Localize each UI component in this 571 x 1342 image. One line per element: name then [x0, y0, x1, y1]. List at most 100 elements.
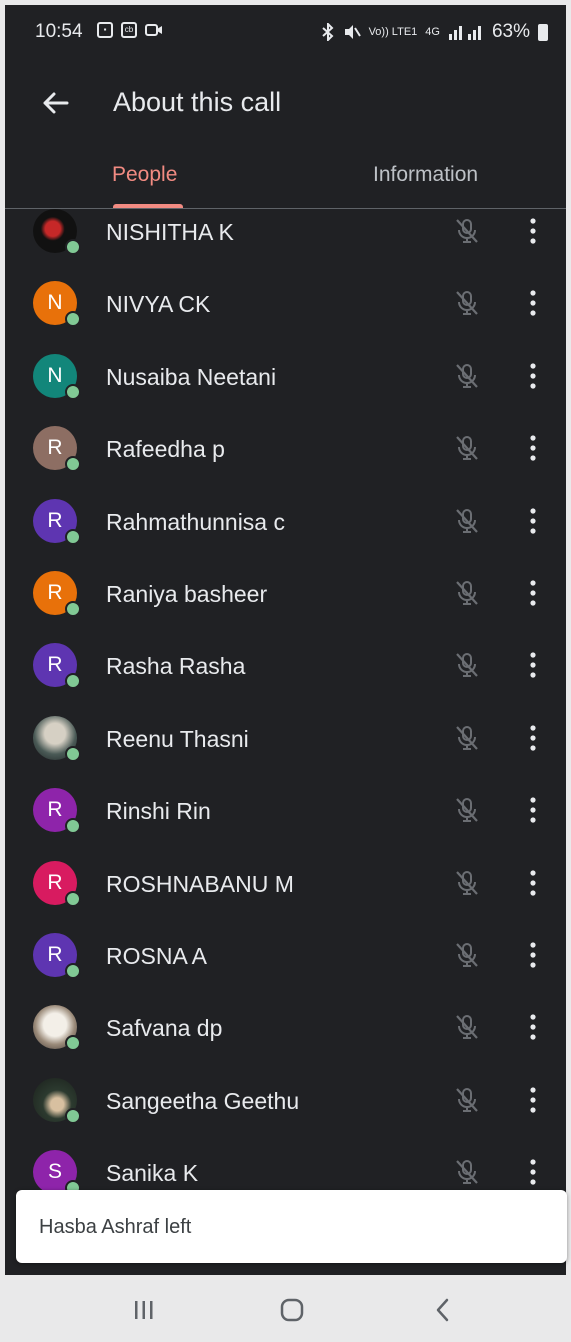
avatar [33, 1005, 81, 1052]
snackbar: Hasba Ashraf left [16, 1190, 567, 1263]
online-status-dot [65, 600, 81, 617]
more-options-icon[interactable] [525, 433, 541, 463]
gallery-icon: ▪ [97, 22, 113, 38]
participant-row[interactable]: R Raniya basheer [5, 557, 566, 629]
more-options-icon[interactable] [525, 288, 541, 318]
more-options-icon[interactable] [525, 361, 541, 391]
participant-row[interactable]: R Rafeedha p [5, 412, 566, 484]
participant-row[interactable]: R ROSHNABANU M [5, 847, 566, 919]
online-status-dot [65, 456, 81, 473]
bluetooth-icon [321, 23, 334, 41]
mic-off-icon [456, 1087, 478, 1112]
avatar [33, 209, 81, 255]
participant-name: Nusaiba Neetani [106, 363, 277, 390]
online-status-dot [65, 673, 81, 690]
more-options-icon[interactable] [525, 940, 541, 970]
signal-icon [448, 26, 481, 40]
more-options-icon[interactable] [525, 723, 541, 753]
more-options-icon[interactable] [525, 578, 541, 608]
avatar-initial: R [47, 798, 63, 822]
online-status-dot [65, 1035, 81, 1052]
volte-label: Vo)) LTE1 [368, 26, 418, 38]
mic-off-icon [456, 725, 478, 750]
online-status-dot [65, 383, 81, 400]
participant-name: Sanika K [106, 1160, 199, 1187]
mic-off-icon [456, 1160, 478, 1185]
online-status-dot [65, 890, 81, 907]
more-options-icon[interactable] [525, 650, 541, 680]
avatar-initial: N [47, 363, 63, 387]
participant-name: Rafeedha p [106, 436, 225, 463]
tab-people[interactable]: People [112, 163, 177, 187]
participant-row[interactable]: Safvana dp [5, 991, 566, 1063]
more-options-icon[interactable] [525, 795, 541, 825]
network-label: 4G [425, 26, 440, 38]
back-chevron-icon[interactable] [428, 1295, 458, 1325]
arrow-left-icon[interactable] [37, 85, 73, 121]
participant-name: ROSHNABANU M [106, 870, 294, 897]
app-bar: About this call [5, 57, 566, 147]
recents-icon[interactable] [129, 1295, 159, 1325]
more-options-icon[interactable] [525, 1085, 541, 1115]
tab-information[interactable]: Information [373, 163, 478, 187]
cb-icon: cb [121, 22, 137, 38]
participant-row[interactable]: R Rahmathunnisa c [5, 485, 566, 557]
mic-off-icon [456, 1015, 478, 1040]
more-options-icon[interactable] [525, 216, 541, 246]
participant-row[interactable]: N NIVYA CK [5, 267, 566, 339]
video-icon [145, 24, 162, 36]
participant-row[interactable]: Sangeetha Geethu [5, 1064, 566, 1136]
more-options-icon[interactable] [525, 1012, 541, 1042]
status-bar: 10:54 ▪ cb Vo)) LTE1 4G 63% [5, 5, 566, 57]
page-title: About this call [113, 87, 282, 117]
participant-row[interactable]: N Nusaiba Neetani [5, 340, 566, 412]
avatar-initial: R [47, 580, 63, 604]
avatar-initial: S [47, 1160, 62, 1184]
meet-screen: 10:54 ▪ cb Vo)) LTE1 4G 63% About this c… [5, 5, 566, 1275]
online-status-dot [65, 528, 81, 545]
home-icon[interactable] [277, 1295, 307, 1325]
avatar: R [33, 498, 81, 545]
participant-name: Rahmathunnisa c [106, 508, 285, 535]
online-status-dot [65, 818, 81, 835]
avatar: S [33, 1150, 81, 1197]
avatar-initial: N [47, 291, 63, 315]
participant-row[interactable]: Reenu Thasni [5, 702, 566, 774]
avatar: R [33, 932, 81, 979]
mic-off-icon [456, 798, 478, 823]
avatar: R [33, 570, 81, 617]
mic-off-icon [456, 942, 478, 967]
mic-off-icon [456, 436, 478, 461]
more-options-icon[interactable] [525, 1157, 541, 1187]
online-status-dot [65, 239, 81, 255]
participant-name: Rinshi Rin [106, 798, 211, 825]
avatar-initial: R [47, 508, 63, 532]
mute-vibrate-icon [344, 25, 361, 39]
more-options-icon[interactable] [525, 868, 541, 898]
participant-row[interactable]: R Rinshi Rin [5, 774, 566, 846]
battery-percent: 63% [491, 21, 530, 42]
avatar-initial: R [47, 870, 63, 894]
avatar: N [33, 353, 81, 400]
avatar [33, 715, 81, 762]
participant-name: NISHITHA K [106, 219, 234, 245]
participant-row[interactable]: NISHITHA K [5, 195, 566, 267]
participant-name: Safvana dp [106, 1015, 223, 1042]
participant-name: NIVYA CK [106, 291, 211, 318]
participant-name: Raniya basheer [106, 580, 268, 607]
participant-row[interactable]: R Rasha Rasha [5, 629, 566, 701]
avatar: N [33, 281, 81, 328]
mic-off-icon [456, 363, 478, 388]
avatar-initial: R [47, 436, 63, 460]
participant-name: Sangeetha Geethu [106, 1087, 300, 1114]
avatar [33, 1077, 81, 1124]
avatar: R [33, 643, 81, 690]
mic-off-icon [456, 291, 478, 316]
avatar-initial: R [47, 653, 63, 677]
more-options-icon[interactable] [525, 506, 541, 536]
participant-row[interactable]: R ROSNA A [5, 919, 566, 991]
system-nav-bar [5, 1275, 566, 1342]
online-status-dot [65, 962, 81, 979]
status-time: 10:54 [35, 21, 83, 42]
participant-name: ROSNA A [106, 942, 207, 969]
